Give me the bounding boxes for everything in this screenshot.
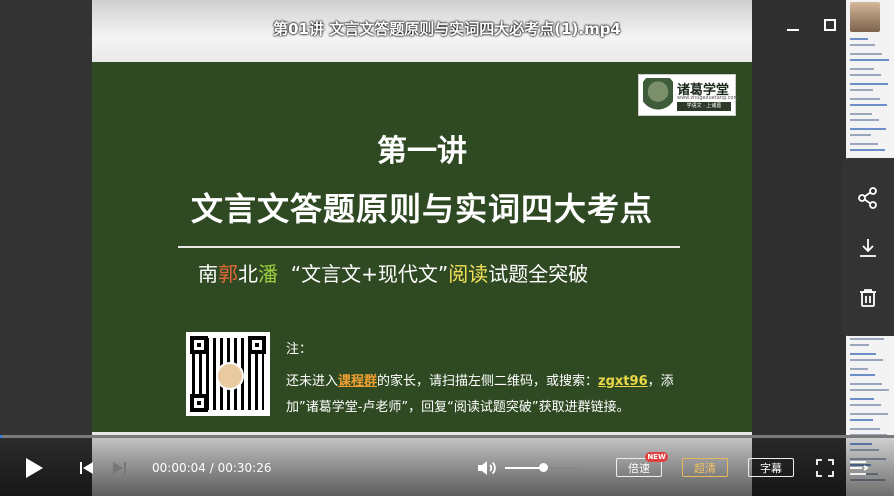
playlist-entry-line	[850, 374, 875, 376]
subtitle-part: 阅读	[448, 262, 489, 286]
playlist-entry-line	[850, 104, 887, 106]
course-group-link: 课程群	[338, 374, 378, 389]
note-text: ，添	[647, 374, 674, 389]
right-letterbox	[752, 0, 846, 496]
qr-code	[186, 332, 270, 416]
playlist-entry-line	[850, 398, 874, 400]
subtitle-part: 潘	[258, 262, 278, 286]
playlist-entry-line	[850, 119, 879, 121]
qr-avatar	[216, 362, 244, 390]
next-icon[interactable]	[110, 459, 128, 481]
duration: 00:30:26	[217, 461, 272, 475]
qr-finder	[190, 394, 208, 412]
trash-icon[interactable]	[856, 286, 880, 310]
playlist-entry-line	[850, 59, 889, 61]
maximize-icon[interactable]	[817, 12, 843, 38]
current-time: 00:00:04	[152, 461, 206, 475]
playlist-entry-line	[850, 389, 889, 391]
playlist-entry-line	[850, 344, 869, 346]
qr-finder	[248, 336, 266, 354]
webcam-avatar	[850, 2, 880, 32]
seek-bar-fill	[0, 435, 2, 438]
playlist-entry-line	[850, 128, 886, 130]
playlist-entry-line	[850, 359, 883, 361]
playlist-entry-line	[850, 53, 882, 55]
left-letterbox	[0, 0, 92, 496]
brand-logo: 诸葛学堂 www.zhugexuetang.com 学语文 · 上诸葛	[638, 74, 739, 116]
subtitle-part: 郭	[218, 262, 238, 286]
playlist-entry-line	[850, 98, 880, 100]
share-icon[interactable]	[856, 186, 880, 210]
playlist-entry-line	[850, 383, 882, 385]
playlist-entry-line	[850, 74, 881, 76]
time-separator: /	[205, 461, 218, 475]
note-text: 的家长，请扫描左侧二维码，或搜索：	[377, 374, 599, 389]
note-line-1: 还未进入课程群的家长，请扫描左侧二维码，或搜索：zgxt96，添	[286, 370, 674, 389]
playlist-entry-line	[850, 134, 871, 136]
logo-emblem-icon	[643, 78, 673, 112]
minimize-icon[interactable]	[780, 12, 806, 38]
playlist-entry-line	[850, 143, 878, 145]
playlist-entry-line	[850, 38, 868, 40]
note-text: 还未进入	[286, 374, 339, 389]
volume-icon[interactable]	[475, 457, 497, 483]
new-badge: NEW	[645, 452, 668, 462]
playlist-entry-line	[850, 428, 880, 430]
playlist-icon[interactable]	[848, 458, 870, 482]
logo-url: www.zhugexuetang.com	[677, 95, 739, 101]
subtitle-part: 试题全突破	[488, 262, 589, 286]
playlist-entry-line	[850, 149, 885, 151]
seek-bar[interactable]	[0, 435, 894, 438]
lecture-number: 第一讲	[377, 134, 467, 169]
video-title: 第01讲 文言文答题原则与实词四大必考点(1).mp4	[273, 20, 621, 38]
title-divider	[178, 246, 680, 248]
subtitle-part: “文言文+现代文”	[290, 262, 449, 286]
course-subtitle: 南郭北潘 “文言文+现代文”阅读试题全突破	[198, 258, 588, 287]
quality-button[interactable]: 超清	[682, 458, 728, 477]
qr-finder	[190, 336, 208, 354]
playlist-entry-line	[850, 89, 873, 91]
note-label: 注：	[286, 342, 313, 357]
video-frame[interactable]: 诸葛学堂 www.zhugexuetang.com 学语文 · 上诸葛 第一讲 …	[92, 0, 752, 496]
logo-slogan: 学语文 · 上诸葛	[677, 102, 731, 111]
playlist-entry-line	[850, 68, 874, 70]
playlist-entry-line	[850, 413, 888, 415]
playlist-entry-line	[850, 113, 872, 115]
subtitle-button[interactable]: 字幕	[748, 458, 794, 477]
playlist-entry-line	[850, 83, 888, 85]
play-icon[interactable]	[22, 455, 46, 485]
playlist-entry-line	[850, 338, 884, 340]
side-action-panel	[842, 158, 894, 336]
download-icon[interactable]	[856, 236, 880, 260]
note-line-2: 加”诸葛学堂-卢老师”，回复“阅读试题突破”获取进群链接。	[286, 400, 630, 415]
subtitle-part: 南	[198, 262, 218, 286]
playlist-entry-line	[850, 419, 873, 421]
volume-slider[interactable]	[505, 463, 579, 472]
fullscreen-icon[interactable]	[815, 458, 835, 482]
playlist-entry-line	[850, 368, 868, 370]
volume-knob[interactable]	[538, 463, 548, 472]
time-display: 00:00:04 / 00:30:26	[152, 461, 271, 475]
playlist-entry-line	[850, 404, 881, 406]
playlist-entry-line	[850, 353, 876, 355]
playlist-entry-line	[850, 44, 875, 46]
search-code: zgxt96	[598, 374, 648, 389]
previous-icon[interactable]	[78, 459, 96, 481]
subtitle-part: 北	[238, 262, 258, 286]
volume-fill	[505, 467, 543, 469]
lecture-title: 文言文答题原则与实词四大考点	[190, 190, 653, 228]
